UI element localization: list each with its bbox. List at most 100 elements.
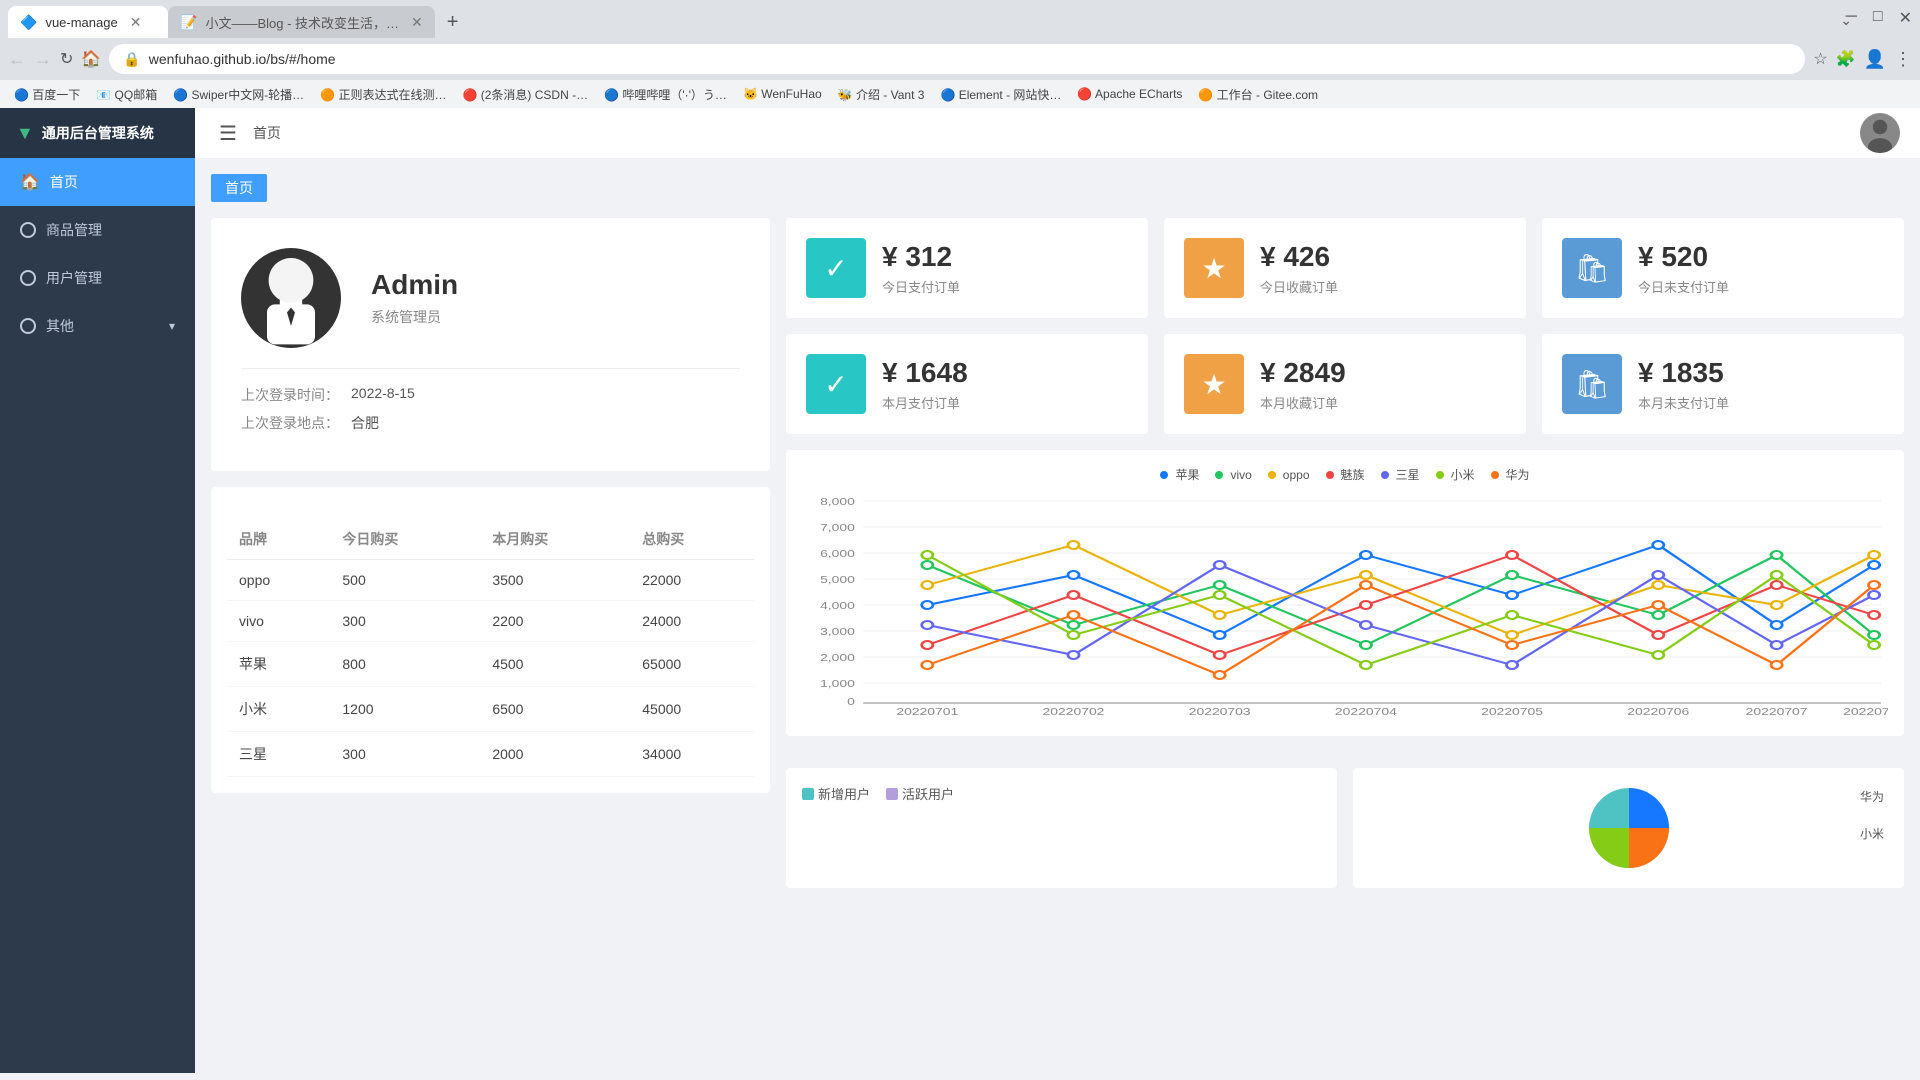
- tab-close-2[interactable]: ✕: [411, 14, 423, 31]
- svg-text:20220704: 20220704: [1335, 706, 1397, 715]
- tab-close-1[interactable]: ✕: [130, 14, 142, 31]
- stat-card: ★¥ 2849本月收藏订单: [1164, 334, 1526, 434]
- sidebar-item-other[interactable]: 其他 ▾: [0, 302, 195, 350]
- bookmark-qqmail[interactable]: 📧 QQ邮箱: [90, 84, 163, 105]
- maximize-button[interactable]: □: [1873, 8, 1883, 28]
- bookmark-regex[interactable]: 🟠 正则表达式在线测…: [314, 84, 452, 105]
- stat-card: ✓¥ 312今日支付订单: [786, 218, 1148, 318]
- legend-item: vivo: [1215, 466, 1251, 483]
- topbar: ☰ 首页: [195, 108, 1920, 158]
- pie-label-xiaomi: 小米: [1860, 825, 1884, 842]
- bookmark-vant[interactable]: 🐝 介绍 - Vant 3: [832, 84, 931, 105]
- stat-amount: ¥ 1648: [882, 357, 1128, 389]
- sidebar-item-home[interactable]: 🏠 首页: [0, 158, 195, 206]
- legend-item: 三星: [1381, 466, 1420, 483]
- svg-text:20220706: 20220706: [1627, 706, 1689, 715]
- sidebar-title-text: 通用后台管理系统: [42, 123, 154, 143]
- table-row: 小米1200650045000: [227, 687, 754, 732]
- tab-favicon-2: 📝: [180, 14, 197, 31]
- stat-amount: ¥ 520: [1638, 241, 1884, 273]
- last-login-location-label: 上次登录地点：: [241, 413, 339, 433]
- bookmark-bilibili[interactable]: 🔵 哔哩哔哩（'·'）う…: [598, 84, 733, 105]
- bookmark-echarts[interactable]: 🔴 Apache ECharts: [1071, 85, 1188, 103]
- avatar-circle: [241, 248, 341, 348]
- stat-card: 🛍¥ 1835本月未支付订单: [1542, 334, 1904, 434]
- bookmarks-bar: 🔵 百度一下 📧 QQ邮箱 🔵 Swiper中文网-轮播… 🟠 正则表达式在线测…: [0, 80, 1920, 108]
- toggle-sidebar-button[interactable]: ☰: [215, 117, 241, 150]
- reload-button[interactable]: ↻: [60, 49, 73, 69]
- sidebar-title: ▼ 通用后台管理系统: [0, 108, 195, 158]
- svg-text:20220701: 20220701: [896, 706, 958, 715]
- tab-vue-manage[interactable]: 🔷 vue-manage ✕: [8, 6, 168, 38]
- table-row: oppo500350022000: [227, 560, 754, 601]
- bookmark-star-button[interactable]: ☆: [1813, 49, 1827, 69]
- lock-icon: 🔒: [123, 51, 140, 68]
- chart-legend: 苹果vivooppo魅族三星小米华为: [802, 466, 1888, 483]
- stat-icon: 🛍: [1562, 354, 1622, 414]
- bookmark-github[interactable]: 🐱 WenFuHao: [737, 85, 828, 103]
- profile-button[interactable]: 👤: [1864, 49, 1886, 70]
- last-login-time: 2022-8-15: [351, 385, 415, 405]
- extension-button[interactable]: 🧩: [1836, 49, 1856, 69]
- profile-role: 系统管理员: [371, 307, 458, 327]
- tab-blog[interactable]: 📝 小文——Blog - 技术改变生活，… ✕: [168, 6, 435, 38]
- svg-text:4,000: 4,000: [820, 600, 855, 612]
- back-button[interactable]: ←: [8, 49, 26, 70]
- stat-card: 🛍¥ 520今日未支付订单: [1542, 218, 1904, 318]
- new-tab-button[interactable]: +: [439, 7, 467, 38]
- stat-icon: 🛍: [1562, 238, 1622, 298]
- address-bar[interactable]: 🔒 wenfuhao.github.io/bs/#/home: [109, 44, 1805, 74]
- sidebar: ▼ 通用后台管理系统 🏠 首页 商品管理 用户管理 其他 ▾: [0, 108, 195, 1073]
- table-row: vivo300220024000: [227, 601, 754, 642]
- sidebar-other-label: 其他: [46, 316, 74, 336]
- user-avatar[interactable]: [1860, 113, 1900, 153]
- stat-card: ★ ¥ 426 今日收藏订单: [1164, 218, 1526, 318]
- topbar-breadcrumb: 首页: [253, 123, 281, 143]
- avatar-image: [1860, 113, 1900, 153]
- chevron-down-icon: ▾: [169, 319, 175, 333]
- sidebar-users-label: 用户管理: [46, 268, 102, 288]
- last-login-location: 合肥: [351, 413, 379, 433]
- table-row: 三星300200034000: [227, 732, 754, 777]
- menu-button[interactable]: ⋮: [1894, 49, 1912, 70]
- bookmark-csdn[interactable]: 🔴 (2条消息) CSDN -…: [456, 84, 594, 105]
- stat-amount: ¥ 312: [882, 241, 1128, 273]
- profile-avatar-svg: [251, 250, 331, 346]
- stat-label: 今日支付订单: [882, 277, 1128, 296]
- close-window-button[interactable]: ✕: [1899, 8, 1912, 28]
- bookmark-element[interactable]: 🔵 Element - 网站快…: [934, 84, 1067, 105]
- stat-icon: ★: [1184, 238, 1244, 298]
- last-login-time-label: 上次登录时间：: [241, 385, 339, 405]
- new-users-chart-card: 新增用户 活跃用户: [786, 768, 1337, 888]
- legend-label: 三星: [1396, 466, 1420, 483]
- legend-item: 小米: [1436, 466, 1475, 483]
- users-icon: [20, 270, 36, 286]
- sidebar-item-goods[interactable]: 商品管理: [0, 206, 195, 254]
- svg-text:8,000: 8,000: [820, 496, 855, 508]
- stat-icon: ★: [1184, 354, 1244, 414]
- home-nav-button[interactable]: 🏠: [81, 49, 101, 69]
- bookmark-baidu[interactable]: 🔵 百度一下: [8, 84, 86, 105]
- line-chart: 8,000 7,000 6,000 5,000 4,000 3,000 2,00…: [802, 495, 1888, 715]
- brand-table: 品牌今日购买本月购买总购买 oppo500350022000vivo300220…: [227, 519, 754, 777]
- new-users-label: 新增用户: [818, 784, 870, 803]
- stat-label: 今日收藏订单: [1260, 277, 1506, 296]
- stat-label: 本月收藏订单: [1260, 393, 1506, 412]
- legend-label: vivo: [1230, 468, 1251, 482]
- tab-title-1: vue-manage: [45, 15, 117, 30]
- svg-text:20220703: 20220703: [1189, 706, 1251, 715]
- active-users-legend-color: [886, 788, 898, 800]
- stat-amount: ¥ 426: [1260, 241, 1506, 273]
- bookmark-gitee[interactable]: 🟠 工作台 - Gitee.com: [1192, 84, 1324, 105]
- sidebar-item-users[interactable]: 用户管理: [0, 254, 195, 302]
- forward-button[interactable]: →: [34, 49, 52, 70]
- sidebar-logo-icon: ▼: [16, 123, 34, 144]
- minimize-button[interactable]: ─: [1846, 8, 1857, 28]
- pie-chart: [1579, 778, 1679, 878]
- active-users-label: 活跃用户: [902, 784, 954, 803]
- legend-item: 苹果: [1160, 466, 1199, 483]
- stat-label: 本月支付订单: [882, 393, 1128, 412]
- bookmark-swiper[interactable]: 🔵 Swiper中文网-轮播…: [167, 84, 310, 105]
- brand-table-card: 品牌今日购买本月购买总购买 oppo500350022000vivo300220…: [211, 487, 770, 793]
- legend-label: oppo: [1283, 468, 1310, 482]
